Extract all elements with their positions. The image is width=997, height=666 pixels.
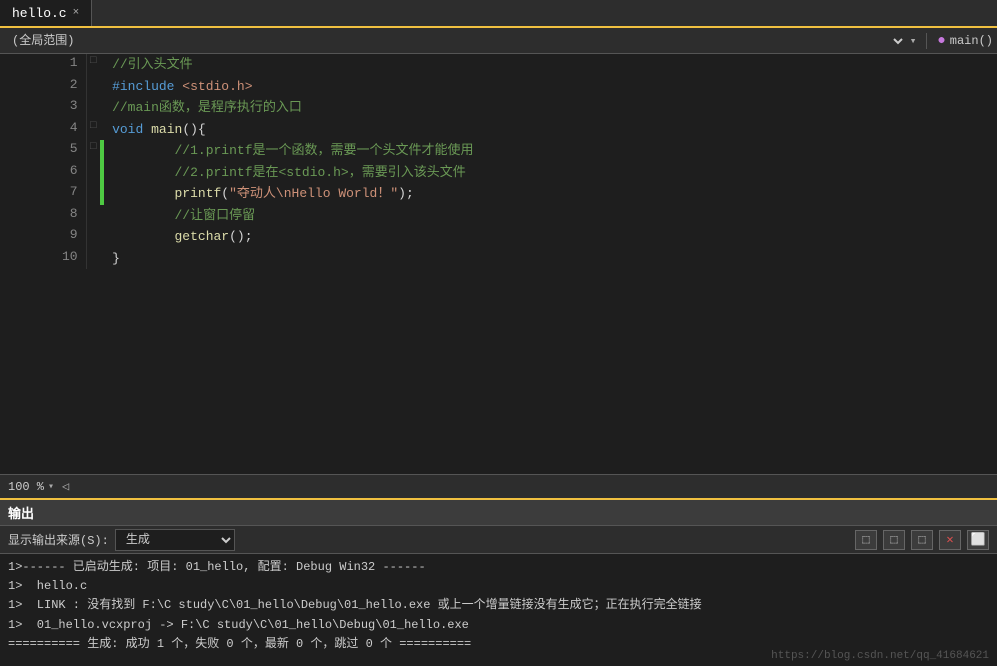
line-content[interactable]: //让窗口停留 [104, 205, 997, 227]
scope-arrow-icon: ▾ [910, 34, 917, 48]
output-line: 1> LINK : 没有找到 F:\C study\C\01_hello\Deb… [8, 596, 989, 615]
table-row: 4□void main(){ [0, 119, 997, 141]
scope-divider [926, 33, 927, 49]
output-btn-2[interactable]: ⬚ [883, 530, 905, 550]
line-content[interactable]: } [104, 248, 997, 270]
line-content[interactable]: void main(){ [104, 119, 997, 141]
fold-gutter [86, 162, 100, 184]
line-number: 1 [0, 54, 86, 76]
output-line: 1>------ 已启动生成: 项目: 01_hello, 配置: Debug … [8, 558, 989, 577]
fold-gutter [86, 205, 100, 227]
line-number: 9 [0, 226, 86, 248]
line-content[interactable]: //引入头文件 [104, 54, 997, 76]
output-btn-1[interactable]: ⬚ [855, 530, 877, 550]
table-row: 10} [0, 248, 997, 270]
tab-close-button[interactable]: × [73, 7, 80, 19]
output-header: 输出 [0, 500, 997, 526]
table-row: 9 getchar(); [0, 226, 997, 248]
line-number: 3 [0, 97, 86, 119]
zoom-dropdown-icon[interactable]: ▾ [48, 481, 54, 493]
table-row: 5□ //1.printf是一个函数，需要一个头文件才能使用 [0, 140, 997, 162]
output-btn-stop[interactable]: ✕ [939, 530, 961, 550]
line-content[interactable]: //2.printf是在<stdio.h>，需要引入该头文件 [104, 162, 997, 184]
scope-function: ● main() [937, 33, 993, 49]
line-content[interactable]: #include <stdio.h> [104, 76, 997, 98]
editor-area[interactable]: 1□//引入头文件2#include <stdio.h>3//main函数，是程… [0, 54, 997, 474]
fold-gutter [86, 226, 100, 248]
tab-filename: hello.c [12, 6, 67, 21]
zoom-level: 100 % [8, 480, 44, 494]
line-number: 5 [0, 140, 86, 162]
status-bar: 100 % ▾ ◁ [0, 474, 997, 498]
output-source-select[interactable]: 生成 [115, 529, 235, 551]
fold-gutter[interactable]: □ [86, 54, 100, 76]
line-number: 7 [0, 183, 86, 205]
output-panel: 输出 显示输出来源(S): 生成 ⬚ ⬚ ⬚ ✕ ⬜ 1>------ 已启动生… [0, 498, 997, 666]
function-icon: ● [937, 33, 945, 49]
line-number: 2 [0, 76, 86, 98]
line-content[interactable]: //main函数，是程序执行的入口 [104, 97, 997, 119]
line-content[interactable]: printf("夺动人\nHello World！"); [104, 183, 997, 205]
output-btn-3[interactable]: ⬚ [911, 530, 933, 550]
tab-bar: hello.c × [0, 0, 997, 28]
function-name: main() [950, 34, 993, 48]
table-row: 2 #include <stdio.h> [0, 76, 997, 98]
table-row: 8 //让窗口停留 [0, 205, 997, 227]
line-content[interactable]: //1.printf是一个函数，需要一个头文件才能使用 [104, 140, 997, 162]
output-btn-wrap[interactable]: ⬜ [967, 530, 989, 550]
line-number: 10 [0, 248, 86, 270]
output-line: 1> hello.c [8, 577, 989, 596]
line-content[interactable]: getchar(); [104, 226, 997, 248]
line-number: 6 [0, 162, 86, 184]
output-source-label: 显示输出来源(S): [8, 531, 109, 548]
line-number: 8 [0, 205, 86, 227]
scope-bar: (全局范围) ▾ ● main() [0, 28, 997, 54]
fold-gutter [86, 76, 100, 98]
fold-gutter [86, 248, 100, 270]
output-line: 1> 01_hello.vcxproj -> F:\C study\C\01_h… [8, 616, 989, 635]
table-row: 3 //main函数，是程序执行的入口 [0, 97, 997, 119]
scroll-left-icon[interactable]: ◁ [62, 479, 69, 494]
line-number: 4 [0, 119, 86, 141]
output-toolbar: 显示输出来源(S): 生成 ⬚ ⬚ ⬚ ✕ ⬜ [0, 526, 997, 554]
fold-gutter[interactable]: □ [86, 140, 100, 162]
table-row: 6 //2.printf是在<stdio.h>，需要引入该头文件 [0, 162, 997, 184]
file-tab[interactable]: hello.c × [0, 0, 92, 26]
code-table: 1□//引入头文件2#include <stdio.h>3//main函数，是程… [0, 54, 997, 269]
fold-gutter [86, 183, 100, 205]
fold-gutter [86, 97, 100, 119]
table-row: 1□//引入头文件 [0, 54, 997, 76]
watermark: https://blog.csdn.net/qq_41684621 [771, 650, 989, 662]
table-row: 7 printf("夺动人\nHello World！"); [0, 183, 997, 205]
fold-gutter[interactable]: □ [86, 119, 100, 141]
scope-select[interactable]: (全局范围) [4, 31, 906, 51]
